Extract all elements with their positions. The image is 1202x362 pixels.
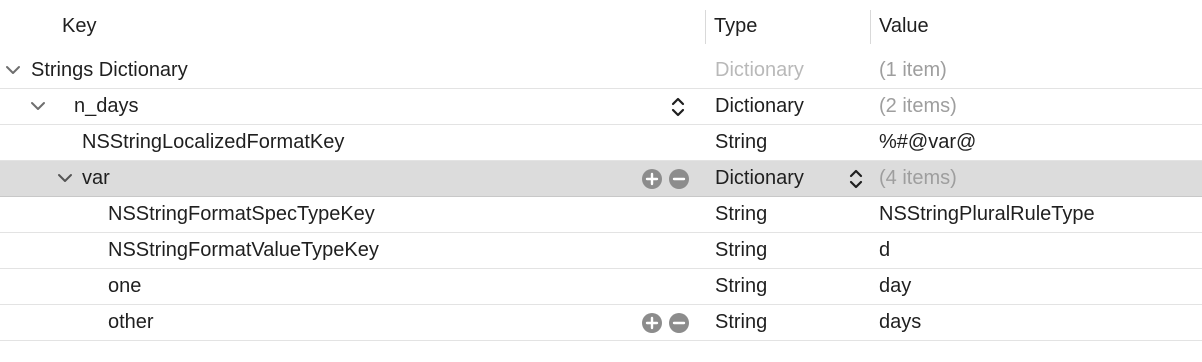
chevron-down-icon[interactable] — [29, 97, 47, 115]
value-column-header[interactable]: Value — [879, 15, 929, 38]
table-row[interactable]: NSStringFormatValueTypeKey String d — [0, 233, 1202, 269]
row-value[interactable]: %#@var@ — [879, 131, 976, 154]
table-row[interactable]: one String day — [0, 269, 1202, 305]
row-key[interactable]: var — [82, 167, 110, 190]
row-type: Dictionary — [715, 59, 804, 81]
row-type[interactable]: String — [715, 239, 767, 262]
table-row[interactable]: NSStringFormatSpecTypeKey String NSStrin… — [0, 197, 1202, 233]
row-key[interactable]: one — [108, 275, 141, 298]
row-type[interactable]: String — [715, 131, 767, 154]
minus-circle-icon[interactable] — [668, 168, 690, 190]
row-type[interactable]: String — [715, 275, 767, 298]
row-value[interactable]: NSStringPluralRuleType — [879, 203, 1095, 226]
type-column-header[interactable]: Type — [714, 15, 757, 38]
key-column-header[interactable]: Key — [62, 15, 96, 38]
row-key[interactable]: NSStringFormatSpecTypeKey — [108, 203, 375, 226]
table-row[interactable]: other String days — [0, 305, 1202, 341]
plus-circle-icon[interactable] — [641, 312, 663, 334]
row-value: (4 items) — [879, 167, 957, 189]
table-row[interactable]: NSStringLocalizedFormatKey String %#@var… — [0, 125, 1202, 161]
column-header: Key Type Value — [0, 0, 1202, 54]
table-row-n-days[interactable]: n_days Dictionary (2 items) — [0, 89, 1202, 125]
up-down-chevron-icon[interactable] — [670, 95, 686, 119]
minus-circle-icon[interactable] — [668, 312, 690, 334]
row-value[interactable]: days — [879, 311, 921, 334]
row-type[interactable]: String — [715, 203, 767, 226]
row-type[interactable]: Dictionary — [715, 167, 804, 190]
table-row-root[interactable]: Strings Dictionary Dictionary (1 item) — [0, 53, 1202, 89]
plus-circle-icon[interactable] — [641, 168, 663, 190]
up-down-chevron-icon[interactable] — [848, 167, 864, 191]
row-key[interactable]: other — [108, 311, 154, 334]
row-key[interactable]: NSStringFormatValueTypeKey — [108, 239, 379, 262]
row-value[interactable]: day — [879, 275, 911, 298]
column-divider[interactable] — [705, 10, 706, 44]
column-divider[interactable] — [870, 10, 871, 44]
row-value: (1 item) — [879, 59, 947, 81]
chevron-down-icon[interactable] — [4, 61, 22, 79]
row-type[interactable]: String — [715, 311, 767, 334]
table-row-var-selected[interactable]: var Dictionary (4 items) — [0, 161, 1202, 197]
row-key[interactable]: NSStringLocalizedFormatKey — [82, 131, 344, 154]
row-type[interactable]: Dictionary — [715, 95, 804, 118]
row-key[interactable]: n_days — [74, 95, 139, 118]
chevron-down-icon[interactable] — [56, 169, 74, 187]
row-value: (2 items) — [879, 95, 957, 117]
row-value[interactable]: d — [879, 239, 890, 262]
row-key[interactable]: Strings Dictionary — [31, 59, 188, 82]
